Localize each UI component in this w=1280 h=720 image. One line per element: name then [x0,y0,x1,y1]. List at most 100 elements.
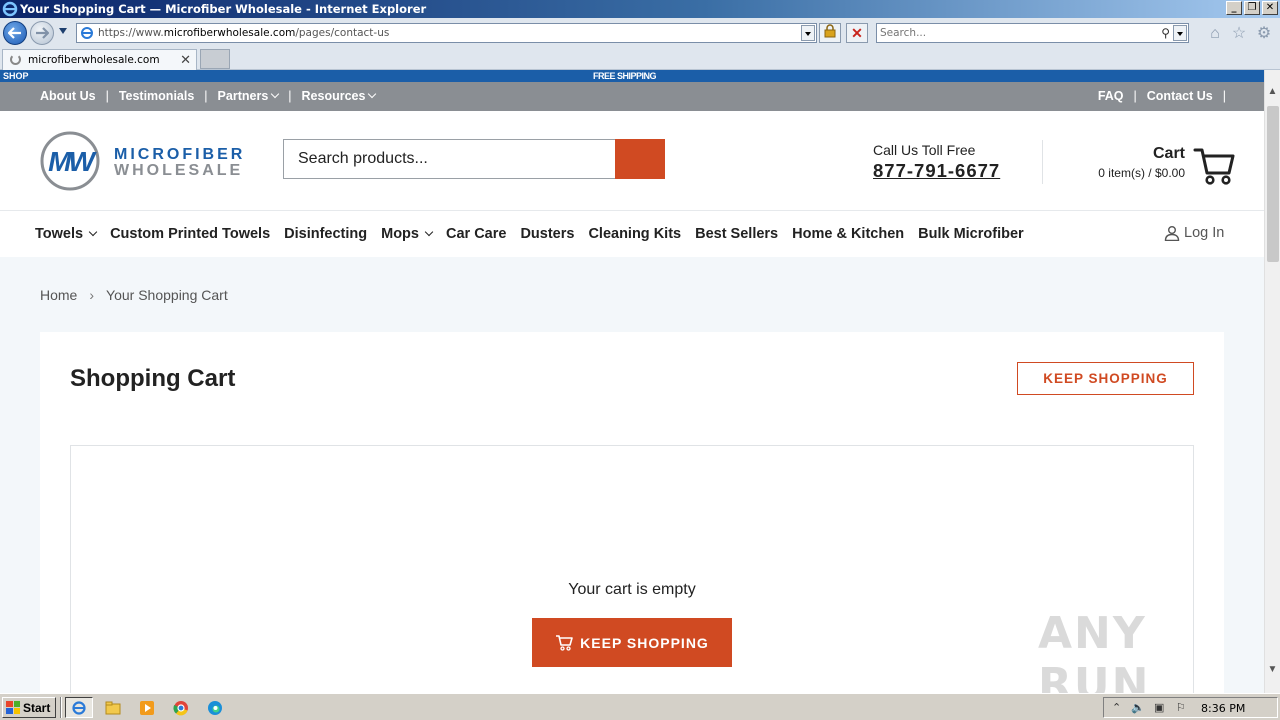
cart-icon[interactable] [1193,146,1235,186]
nav-testimonials[interactable]: Testimonials [119,89,194,103]
breadcrumb-arrow-icon: › [89,287,95,303]
breadcrumb-home[interactable]: Home [40,287,77,303]
login-link[interactable]: Log In [1164,225,1224,241]
nav-towels[interactable]: Towels [35,226,98,242]
address-bar[interactable]: https://www.microfiberwholesale.com/page… [76,23,817,43]
cart-summary[interactable]: Cart 0 item(s) / $0.00 [1090,145,1185,180]
tab-row: microfiberwholesale.com ✕ [0,48,1280,70]
vertical-scrollbar[interactable]: ▲ ▼ [1264,70,1280,693]
history-dropdown-icon[interactable] [59,28,67,34]
browser-search-input[interactable] [880,26,1150,40]
scroll-down-icon[interactable]: ▼ [1265,664,1280,681]
nav-partners[interactable]: Partners [218,89,280,103]
lock-icon[interactable] [819,23,841,43]
tab-label: microfiberwholesale.com [28,54,160,66]
window-title: Your Shopping Cart — Microfiber Wholesal… [20,2,427,16]
header-divider [1042,140,1043,184]
back-button[interactable] [3,21,27,45]
tab-close-icon[interactable]: ✕ [180,52,191,68]
empty-cart-panel: Your cart is empty KEEP SHOPPING [70,445,1194,693]
nav-dusters[interactable]: Dusters [520,226,574,242]
taskbar-ie-icon[interactable] [65,697,93,718]
keep-shopping-button[interactable]: KEEP SHOPPING [532,618,732,667]
forward-button[interactable] [30,21,54,45]
loading-spinner-icon [10,54,21,65]
nav-contact-us[interactable]: Contact Us [1147,89,1213,103]
taskbar-media-player-icon[interactable] [133,697,161,718]
back-arrow-icon [8,27,21,39]
taskbar-chrome-icon[interactable] [167,697,195,718]
volume-icon[interactable]: 🔈 [1131,701,1145,714]
chevron-down-icon [88,227,98,237]
home-icon[interactable]: ⌂ [1205,24,1225,44]
clock: 8:36 PM [1201,702,1246,715]
login-label: Log In [1184,225,1225,241]
stop-icon[interactable]: ✕ [846,23,868,43]
keep-shopping-outline-button[interactable]: KEEP SHOPPING [1017,362,1194,395]
taskbar-edge-icon[interactable] [201,697,229,718]
breadcrumb: Home › Your Shopping Cart [40,287,228,303]
taskbar-explorer-icon[interactable] [99,697,127,718]
product-search-box [283,139,665,179]
mw-logo-icon: MW [40,131,100,191]
favorites-star-icon[interactable]: ☆ [1229,24,1249,44]
site-logo[interactable]: MW MICROFIBER WHOLESALE [40,131,245,193]
nav-car-care[interactable]: Car Care [446,226,506,242]
svg-text:MW: MW [48,146,97,177]
minimize-button[interactable]: _ [1226,1,1242,15]
chevron-down-icon [424,227,434,237]
search-icon[interactable]: ⚲ [1161,26,1170,40]
start-button[interactable]: Start [2,697,56,718]
nav-cleaning-kits[interactable]: Cleaning Kits [588,226,681,242]
nav-bulk-microfiber[interactable]: Bulk Microfiber [918,226,1024,242]
toll-free-block: Call Us Toll Free 877-791-6677 [873,142,1000,182]
new-tab-button[interactable] [200,49,230,69]
utility-nav: About Us | Testimonials | Partners | Res… [0,82,1264,111]
browser-search-box[interactable]: ⚲ [876,23,1189,43]
page-viewport: SHOP FREE SHIPPING About Us | Testimonia… [0,70,1264,693]
nav-home-kitchen[interactable]: Home & Kitchen [792,226,904,242]
chevron-down-icon [271,89,280,99]
breadcrumb-current: Your Shopping Cart [106,287,228,303]
restore-button[interactable]: ❐ [1244,1,1260,15]
windows-flag-icon [6,701,20,714]
window-titlebar: Your Shopping Cart — Microfiber Wholesal… [0,0,1280,18]
taskbar: Start ⌃ 🔈 ▣ ⚐ 8:36 PM [0,693,1280,720]
phone-link[interactable]: 877-791-6677 [873,160,1000,182]
cart-icon [556,635,573,651]
gear-icon[interactable]: ⚙ [1254,24,1274,44]
announcement-text: FREE SHIPPING [593,71,657,81]
tab-microfiberwholesale[interactable]: microfiberwholesale.com ✕ [2,49,197,70]
nav-about-us[interactable]: About Us [40,89,96,103]
call-label: Call Us Toll Free [873,142,976,158]
nav-custom-printed-towels[interactable]: Custom Printed Towels [110,226,270,242]
nav-best-sellers[interactable]: Best Sellers [695,226,778,242]
anyrun-watermark: ANY RUN [1038,608,1151,710]
scroll-thumb[interactable] [1267,106,1279,262]
nav-disinfecting[interactable]: Disinfecting [284,226,367,242]
page-title: Shopping Cart [70,365,236,392]
page-ie-icon [81,27,93,39]
cart-count: 0 item(s) / $0.00 [1098,166,1185,180]
announcement-bar: SHOP FREE SHIPPING [0,70,1264,82]
main-nav: Towels Custom Printed Towels Disinfectin… [0,211,1264,257]
taskbar-divider [60,697,62,718]
product-search-input[interactable] [298,150,608,168]
close-window-button[interactable]: ✕ [1262,1,1278,15]
nav-faq[interactable]: FAQ [1098,89,1124,103]
system-tray: ⌃ 🔈 ▣ ⚐ 8:36 PM [1103,697,1278,718]
tray-expand-icon[interactable]: ⌃ [1112,701,1121,714]
cart-title: Cart [1152,145,1185,162]
network-icon[interactable]: ▣ [1154,701,1164,714]
action-center-flag-icon[interactable]: ⚐ [1176,701,1186,714]
nav-resources[interactable]: Resources [302,89,377,103]
search-dropdown-icon[interactable] [1173,25,1187,41]
user-icon [1164,226,1180,241]
address-url: https://www.microfiberwholesale.com/page… [98,27,390,39]
forward-arrow-icon [36,27,49,39]
empty-cart-message: Your cart is empty [568,581,696,598]
search-button[interactable] [615,139,665,179]
scroll-up-icon[interactable]: ▲ [1265,86,1280,103]
nav-mops[interactable]: Mops [381,226,434,242]
address-dropdown-icon[interactable] [801,25,815,41]
